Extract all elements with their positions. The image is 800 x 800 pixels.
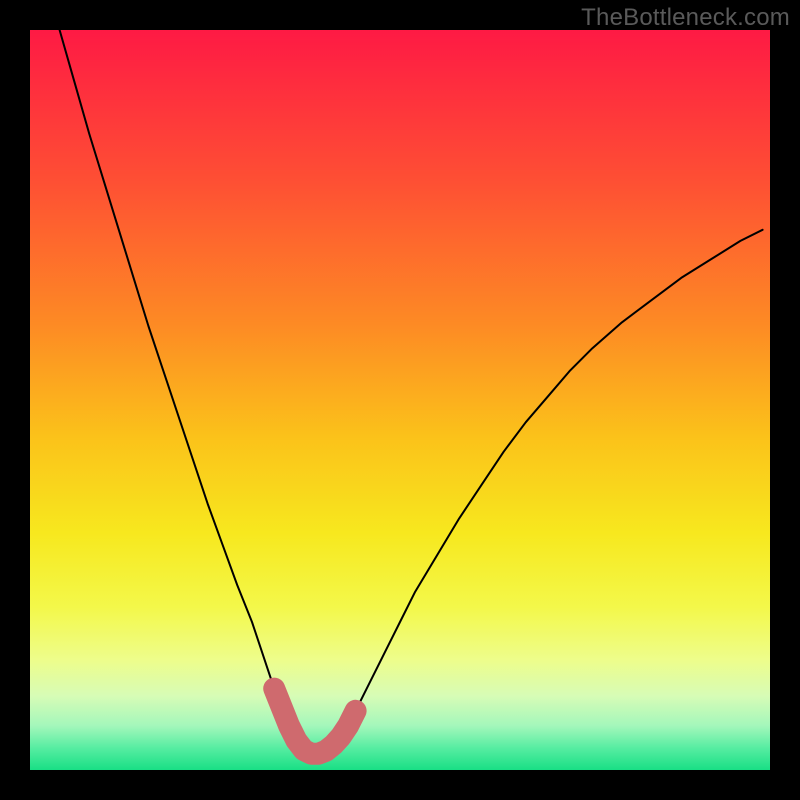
- plot-area: [30, 30, 770, 770]
- chart-svg: [30, 30, 770, 770]
- chart-frame: TheBottleneck.com: [0, 0, 800, 800]
- plot-background: [30, 30, 770, 770]
- watermark-text: TheBottleneck.com: [581, 4, 790, 32]
